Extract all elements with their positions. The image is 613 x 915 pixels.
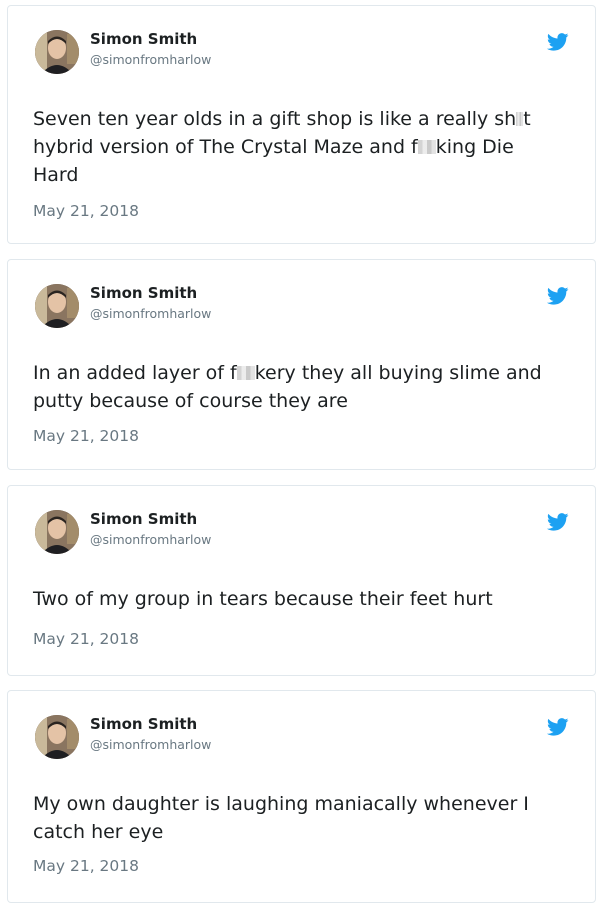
tweet-text: My own daughter is laughing maniacally w… <box>33 790 565 846</box>
tweet-date[interactable]: May 21, 2018 <box>33 857 139 875</box>
tweet-text: Seven ten year olds in a gift shop is li… <box>33 105 565 189</box>
tweet-card[interactable]: Simon Smith @simonfromharlow In an added… <box>7 259 596 470</box>
tweet-text: Two of my group in tears because their f… <box>33 585 565 613</box>
avatar[interactable] <box>35 715 79 759</box>
author-handle[interactable]: @simonfromharlow <box>90 52 211 67</box>
author-handle[interactable]: @simonfromharlow <box>90 737 211 752</box>
author-name[interactable]: Simon Smith <box>90 510 197 528</box>
tweet-text-part: In an added layer of f <box>33 362 237 384</box>
avatar[interactable] <box>35 510 79 554</box>
avatar[interactable] <box>35 30 79 74</box>
tweet-text-part: Two of my group in tears because their f… <box>33 588 493 610</box>
tweet-card[interactable]: Simon Smith @simonfromharlow Two of my g… <box>7 485 596 676</box>
author-handle[interactable]: @simonfromharlow <box>90 532 211 547</box>
author-name[interactable]: Simon Smith <box>90 284 197 302</box>
tweet-date[interactable]: May 21, 2018 <box>33 202 139 220</box>
censor-mark <box>516 112 524 126</box>
tweet-text-part: Seven ten year olds in a gift shop is li… <box>33 108 517 130</box>
tweet-card[interactable]: Simon Smith @simonfromharlow My own daug… <box>7 690 596 903</box>
twitter-bird-icon[interactable] <box>546 287 569 305</box>
avatar[interactable] <box>35 284 79 328</box>
tweet-text: In an added layer of f kery they all buyi… <box>33 359 565 415</box>
twitter-bird-icon[interactable] <box>546 718 569 736</box>
censor-mark <box>417 140 436 154</box>
censor-mark <box>236 366 255 380</box>
tweet-card[interactable]: Simon Smith @simonfromharlow Seven ten y… <box>7 5 596 244</box>
tweet-date[interactable]: May 21, 2018 <box>33 630 139 648</box>
tweet-text-part: My own daughter is laughing maniacally w… <box>33 793 529 843</box>
author-handle[interactable]: @simonfromharlow <box>90 306 211 321</box>
author-name[interactable]: Simon Smith <box>90 715 197 733</box>
tweet-date[interactable]: May 21, 2018 <box>33 427 139 445</box>
twitter-bird-icon[interactable] <box>546 513 569 531</box>
twitter-bird-icon[interactable] <box>546 33 569 51</box>
author-name[interactable]: Simon Smith <box>90 30 197 48</box>
